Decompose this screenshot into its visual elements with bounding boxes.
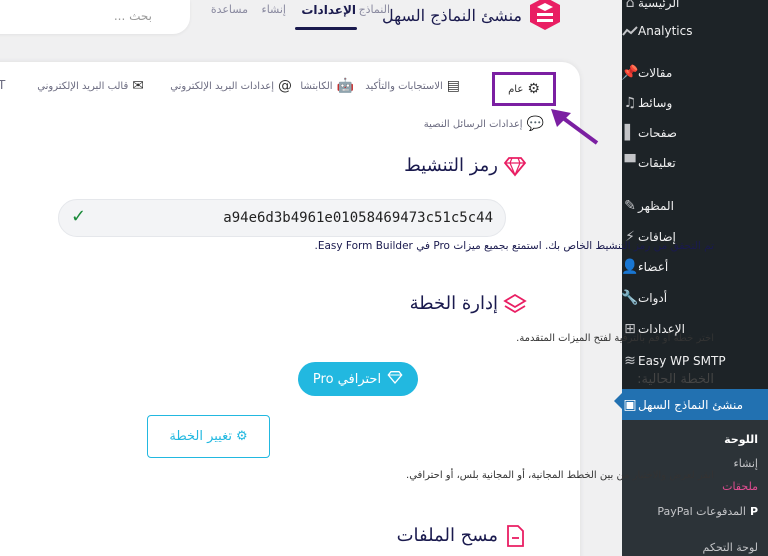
tab-email-settings-label: إعدادات البريد الإلكتروني <box>170 80 274 92</box>
search-box[interactable]: بحث ... <box>0 0 190 34</box>
admin-menu-label: الرئيسية <box>638 0 680 10</box>
submenu-paypal[interactable]: PayPal المدفوعات P <box>622 500 768 522</box>
admin-menu-label: أدوات <box>638 291 668 305</box>
plan-title: إدارة الخطة <box>409 293 498 314</box>
layers-icon <box>503 293 527 314</box>
analytics-icon <box>622 23 638 39</box>
tab-captcha-label: الكابتشا <box>300 80 333 92</box>
nav-help[interactable]: مساعدة <box>211 3 248 16</box>
gear-icon: ⚙ <box>236 429 248 444</box>
tab-responses[interactable]: ▤ الاستجابات والتأكيد <box>365 78 460 94</box>
admin-menu-label: تعليقات <box>638 156 676 170</box>
comments-icon: ▀ <box>624 155 636 171</box>
admin-menu-label: مقالات <box>638 66 673 80</box>
admin-menu-label: منشئ النماذج السهل <box>638 398 743 412</box>
at-icon: @ <box>278 78 292 94</box>
admin-menu-easy-wp-smtp[interactable]: Easy WP SMTP ≋ <box>622 348 768 374</box>
robot-icon: 🤖 <box>336 78 354 94</box>
activation-key-value: a94e6d3b4961e01058469473c51c5c44 <box>223 210 493 226</box>
tab-email-template[interactable]: ✉ قالب البريد الإلكتروني <box>37 78 144 94</box>
brand-title: منشئ النماذج السهل <box>382 6 522 25</box>
envelope-icon: ✉ <box>132 78 144 94</box>
admin-menu-label: وسائط <box>638 96 673 110</box>
activation-key-field[interactable]: a94e6d3b4961e01058469473c51c5c44 ✓ <box>58 199 506 237</box>
nav-forms[interactable]: النماذج <box>359 3 390 16</box>
active-menu-arrow <box>614 393 622 409</box>
nav-create[interactable]: إنشاء <box>262 3 286 16</box>
pin-icon: 📌 <box>621 65 639 81</box>
files-title: مسح الملفات <box>396 525 498 546</box>
easy-form-builder-logo-icon <box>530 0 560 30</box>
gear-icon: ⚙ <box>527 81 540 97</box>
plan-hint: انقر لعرض والاختيار من بين الخطط المجاني… <box>406 470 714 481</box>
admin-menu-tools[interactable]: أدوات 🔧 <box>621 285 768 311</box>
callout-arrow-icon <box>551 109 599 145</box>
tab-truncated-label: T <box>0 78 6 92</box>
search-placeholder: بحث ... <box>113 9 152 23</box>
pages-icon: ▌ <box>624 125 636 141</box>
admin-menu-label: Easy WP SMTP <box>638 354 726 368</box>
smtp-icon: ≋ <box>624 353 636 369</box>
plan-subtitle: اختر خطة أو قم بالترقية لفتح الميزات الم… <box>516 333 714 344</box>
admin-menu-label: Analytics <box>638 24 693 38</box>
activation-verified-message: تم التحقق من رمز التنشيط الخاص بك. استمت… <box>314 240 715 252</box>
change-plan-label: تغيير الخطة <box>169 429 232 444</box>
current-plan-label: الخطة الحالية: <box>637 372 714 387</box>
admin-menu-users[interactable]: أعضاء 👤 <box>621 254 768 280</box>
tab-general-label: عام <box>508 83 524 95</box>
admin-menu-analytics[interactable]: Analytics <box>622 18 768 44</box>
admin-menu-label: المظهر <box>638 199 674 213</box>
check-icon: ✓ <box>71 206 87 227</box>
tab-responses-label: الاستجابات والتأكيد <box>365 80 443 92</box>
message-icon: ▤ <box>446 78 460 94</box>
home-icon: ⌂ <box>625 0 635 11</box>
admin-submenu: اللوحة إنشاء ملحقات PayPal المدفوعات P ل… <box>622 420 768 556</box>
admin-menu-label: أعضاء <box>638 260 669 274</box>
tab-captcha[interactable]: 🤖 الكابتشا <box>300 78 354 94</box>
admin-menu-posts[interactable]: مقالات 📌 <box>621 60 768 86</box>
nav-active-underline <box>295 27 357 30</box>
nav-settings[interactable]: الإعدادات <box>301 3 356 17</box>
tab-email-settings[interactable]: @ إعدادات البريد الإلكتروني <box>170 78 292 94</box>
paypal-icon: P <box>749 504 758 518</box>
current-plan-value: احترافي Pro <box>312 371 382 387</box>
tab-email-template-label: قالب البريد الإلكتروني <box>37 80 129 92</box>
appearance-icon: ✎ <box>624 198 636 214</box>
admin-menu-form-builder[interactable]: منشئ النماذج السهل ▣ <box>622 389 768 421</box>
file-minus-icon <box>507 525 524 547</box>
admin-menu-media[interactable]: وسائط ♫ <box>622 90 768 116</box>
activation-title: رمز التنشيط <box>404 155 498 176</box>
users-icon: 👤 <box>621 259 639 275</box>
admin-menu-comments[interactable]: تعليقات ▀ <box>622 150 768 176</box>
admin-menu-pages[interactable]: صفحات ▌ <box>622 120 768 146</box>
form-builder-icon: ▣ <box>623 397 637 413</box>
plugin-topbar: منشئ النماذج السهل النماذج الإعدادات إنش… <box>0 0 622 44</box>
admin-menu-label: صفحات <box>638 126 677 140</box>
chat-dots-icon: 💬 <box>526 116 544 132</box>
submenu-paypal-label: PayPal المدفوعات <box>657 504 746 518</box>
tab-sms-settings[interactable]: 💬 إعدادات الرسائل النصية <box>424 116 544 132</box>
tab-sms-settings-label: إعدادات الرسائل النصية <box>423 118 523 130</box>
submenu-panel[interactable]: اللوحة <box>622 428 768 450</box>
tab-truncated[interactable]: T <box>0 78 5 92</box>
submenu-dashboard[interactable]: لوحة التحكم <box>622 536 768 556</box>
diamond-icon <box>387 369 403 389</box>
current-plan-badge: احترافي Pro <box>298 362 418 396</box>
diamond-icon <box>503 157 527 177</box>
media-icon: ♫ <box>623 95 637 111</box>
admin-menu-appearance[interactable]: المظهر ✎ <box>622 193 768 219</box>
admin-menu-home[interactable]: الرئيسية ⌂ <box>622 0 768 16</box>
tab-general[interactable]: ⚙ عام <box>492 72 556 106</box>
change-plan-button[interactable]: ⚙ تغيير الخطة <box>147 415 270 458</box>
tools-icon: 🔧 <box>621 290 639 306</box>
